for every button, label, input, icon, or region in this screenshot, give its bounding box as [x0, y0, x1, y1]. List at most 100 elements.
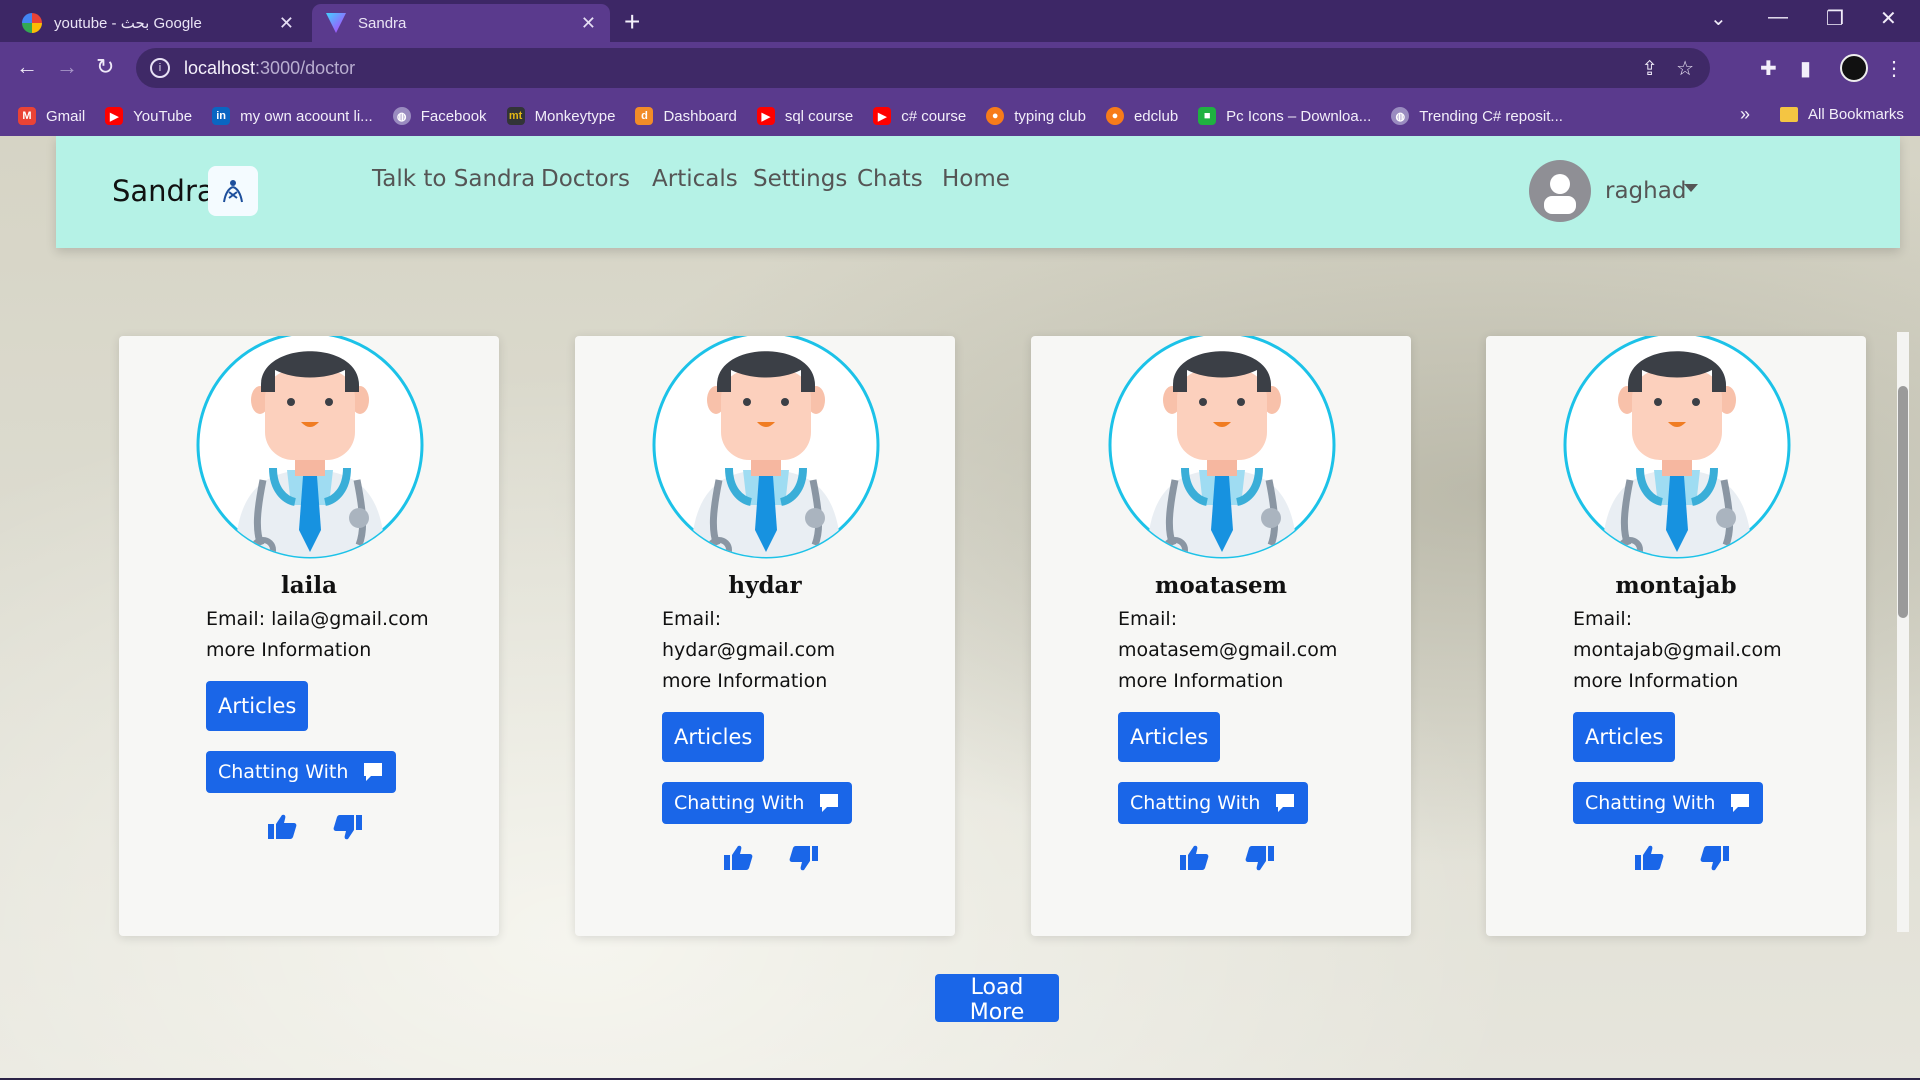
- globe-icon: ◍: [1391, 107, 1410, 125]
- dashboard-icon: d: [635, 107, 654, 125]
- vite-icon: [326, 13, 346, 33]
- profile-avatar-icon[interactable]: [1840, 54, 1868, 82]
- tab-search-chevron-icon[interactable]: ⌄: [1710, 6, 1727, 31]
- reload-icon[interactable]: ↻: [96, 54, 114, 80]
- articles-button[interactable]: Articles: [1118, 712, 1221, 762]
- user-name[interactable]: raghad: [1605, 178, 1686, 204]
- nav-link-chats[interactable]: Chats: [857, 166, 923, 192]
- more-information-link[interactable]: more Information: [206, 639, 371, 661]
- gmail-icon: M: [18, 107, 36, 125]
- doctor-email: Email:: [1573, 608, 1633, 630]
- side-panel-icon[interactable]: ▮: [1800, 56, 1811, 81]
- doctor-name: montajab: [1615, 572, 1737, 599]
- nav-link-talk-to-sandra[interactable]: Talk to Sandra: [372, 166, 535, 192]
- folder-icon: [1780, 107, 1798, 122]
- restore-icon[interactable]: ❐: [1826, 6, 1844, 31]
- bookmark-item[interactable]: mt Monkeytype: [506, 107, 615, 125]
- extensions-puzzle-icon[interactable]: ✚: [1760, 56, 1777, 81]
- nav-link-articals[interactable]: Articals: [652, 166, 738, 192]
- articles-button[interactable]: Articles: [206, 681, 309, 731]
- bookmark-item[interactable]: d Dashboard: [635, 107, 737, 125]
- doctor-avatar-icon: [1562, 336, 1792, 560]
- doctor-email: moatasem@gmail.com: [1118, 639, 1338, 661]
- close-tab-icon[interactable]: ✕: [279, 13, 294, 34]
- thumbs-down-icon[interactable]: [789, 844, 819, 872]
- minimize-icon[interactable]: —: [1768, 6, 1788, 29]
- more-information-link[interactable]: more Information: [662, 670, 827, 692]
- google-icon: [22, 13, 42, 33]
- doctor-avatar-icon: [651, 336, 881, 560]
- articles-button[interactable]: Articles: [1573, 712, 1676, 762]
- new-tab-icon[interactable]: +: [624, 6, 640, 38]
- thumbs-up-icon[interactable]: [723, 844, 753, 872]
- doctor-email: Email:: [662, 608, 722, 630]
- articles-button[interactable]: Articles: [662, 712, 765, 762]
- more-information-link[interactable]: more Information: [1573, 670, 1738, 692]
- chatting-with-button[interactable]: Chatting With: [206, 751, 397, 793]
- page-scrollbar-thumb[interactable]: [1898, 386, 1908, 618]
- more-bookmarks-chevron-icon[interactable]: »: [1740, 104, 1750, 125]
- forward-arrow-icon[interactable]: →: [56, 54, 78, 80]
- chatting-with-button[interactable]: Chatting With: [1118, 782, 1309, 824]
- nav-link-settings[interactable]: Settings: [753, 166, 847, 192]
- youtube-icon: ▶: [105, 107, 124, 125]
- brand-logo-icon[interactable]: [208, 166, 258, 216]
- bookmark-item[interactable]: ◍ Facebook: [392, 107, 487, 125]
- user-avatar-icon[interactable]: [1529, 160, 1591, 222]
- chatting-with-button[interactable]: Chatting With: [662, 782, 853, 824]
- monkeytype-icon: mt: [506, 107, 525, 125]
- doctor-card: moatasem Email: moatasem@gmail.com more Inf…: [1031, 336, 1411, 936]
- thumbs-up-icon[interactable]: [267, 813, 297, 841]
- bookmark-star-icon[interactable]: ☆: [1676, 56, 1694, 81]
- back-arrow-icon[interactable]: ←: [16, 54, 38, 80]
- thumbs-down-icon[interactable]: [333, 813, 363, 841]
- tab-google-search[interactable]: youtube - بحث Google ✕: [8, 4, 308, 42]
- youtube-icon: ▶: [873, 107, 892, 125]
- globe-icon: ◍: [392, 107, 411, 125]
- site-info-icon[interactable]: i: [150, 58, 170, 78]
- doctor-name: moatasem: [1154, 572, 1288, 599]
- thumbs-up-icon[interactable]: [1634, 844, 1664, 872]
- bookmark-item[interactable]: M Gmail: [18, 107, 85, 125]
- doctor-card: laila Email: laila@gmail.com more Informat…: [119, 336, 499, 936]
- thumbs-up-icon[interactable]: [1179, 844, 1209, 872]
- bookmark-item[interactable]: ▶ c# course: [873, 107, 966, 125]
- bookmark-item[interactable]: in my own acoount li...: [212, 107, 373, 125]
- doctor-email: Email:: [1118, 608, 1178, 630]
- doctor-card: hydar Email: hydar@gmail.com more Informati…: [575, 336, 955, 936]
- chat-bubble-icon: [1729, 792, 1751, 814]
- url-path: :3000/doctor: [255, 57, 356, 78]
- nav-link-doctors[interactable]: Doctors: [541, 166, 630, 192]
- doctor-email: hydar@gmail.com: [662, 639, 836, 661]
- bookmark-item[interactable]: ▶ sql course: [756, 107, 853, 125]
- bookmark-item[interactable]: ▶ YouTube: [105, 107, 192, 125]
- bookmark-item[interactable]: ● typing club: [986, 107, 1086, 125]
- doctor-avatar-icon: [195, 336, 425, 560]
- bookmark-item[interactable]: ■ Pc Icons – Downloa...: [1198, 107, 1371, 125]
- site-navbar: Sandra Talk to Sandra Doctors Articals S…: [56, 136, 1900, 248]
- bookmark-item[interactable]: ◍ Trending C# reposit...: [1391, 107, 1563, 125]
- address-bar[interactable]: i localhost:3000/doctor ⇪ ☆: [136, 48, 1710, 88]
- bookmark-item[interactable]: ● edclub: [1105, 107, 1178, 125]
- thumbs-down-icon[interactable]: [1245, 844, 1275, 872]
- user-dropdown-caret-icon[interactable]: [1684, 184, 1698, 192]
- youtube-icon: ▶: [756, 107, 775, 125]
- page-viewport: Sandra Talk to Sandra Doctors Articals S…: [0, 136, 1920, 1078]
- share-icon[interactable]: ⇪: [1641, 56, 1658, 81]
- more-information-link[interactable]: more Information: [1118, 670, 1283, 692]
- all-bookmarks-folder[interactable]: All Bookmarks: [1780, 106, 1904, 123]
- chat-bubble-icon: [1274, 792, 1296, 814]
- browser-tab-bar: youtube - بحث Google ✕ Sandra ✕ + ⌄ — ❐ …: [0, 0, 1920, 42]
- tab-sandra[interactable]: Sandra ✕: [312, 4, 610, 42]
- chatting-with-button[interactable]: Chatting With: [1573, 782, 1764, 824]
- menu-kebab-icon[interactable]: ⋮: [1884, 56, 1904, 81]
- typingclub-icon: ●: [986, 107, 1005, 125]
- brand-name[interactable]: Sandra: [112, 174, 215, 208]
- nav-link-home[interactable]: Home: [942, 166, 1010, 192]
- bookmarks-bar: M Gmail ▶ YouTube in my own acoount li... ◍…: [0, 96, 1920, 136]
- load-more-button[interactable]: Load More: [935, 974, 1059, 1025]
- close-tab-icon[interactable]: ✕: [581, 13, 596, 34]
- close-window-icon[interactable]: ✕: [1880, 6, 1897, 31]
- linkedin-icon: in: [212, 107, 231, 125]
- thumbs-down-icon[interactable]: [1700, 844, 1730, 872]
